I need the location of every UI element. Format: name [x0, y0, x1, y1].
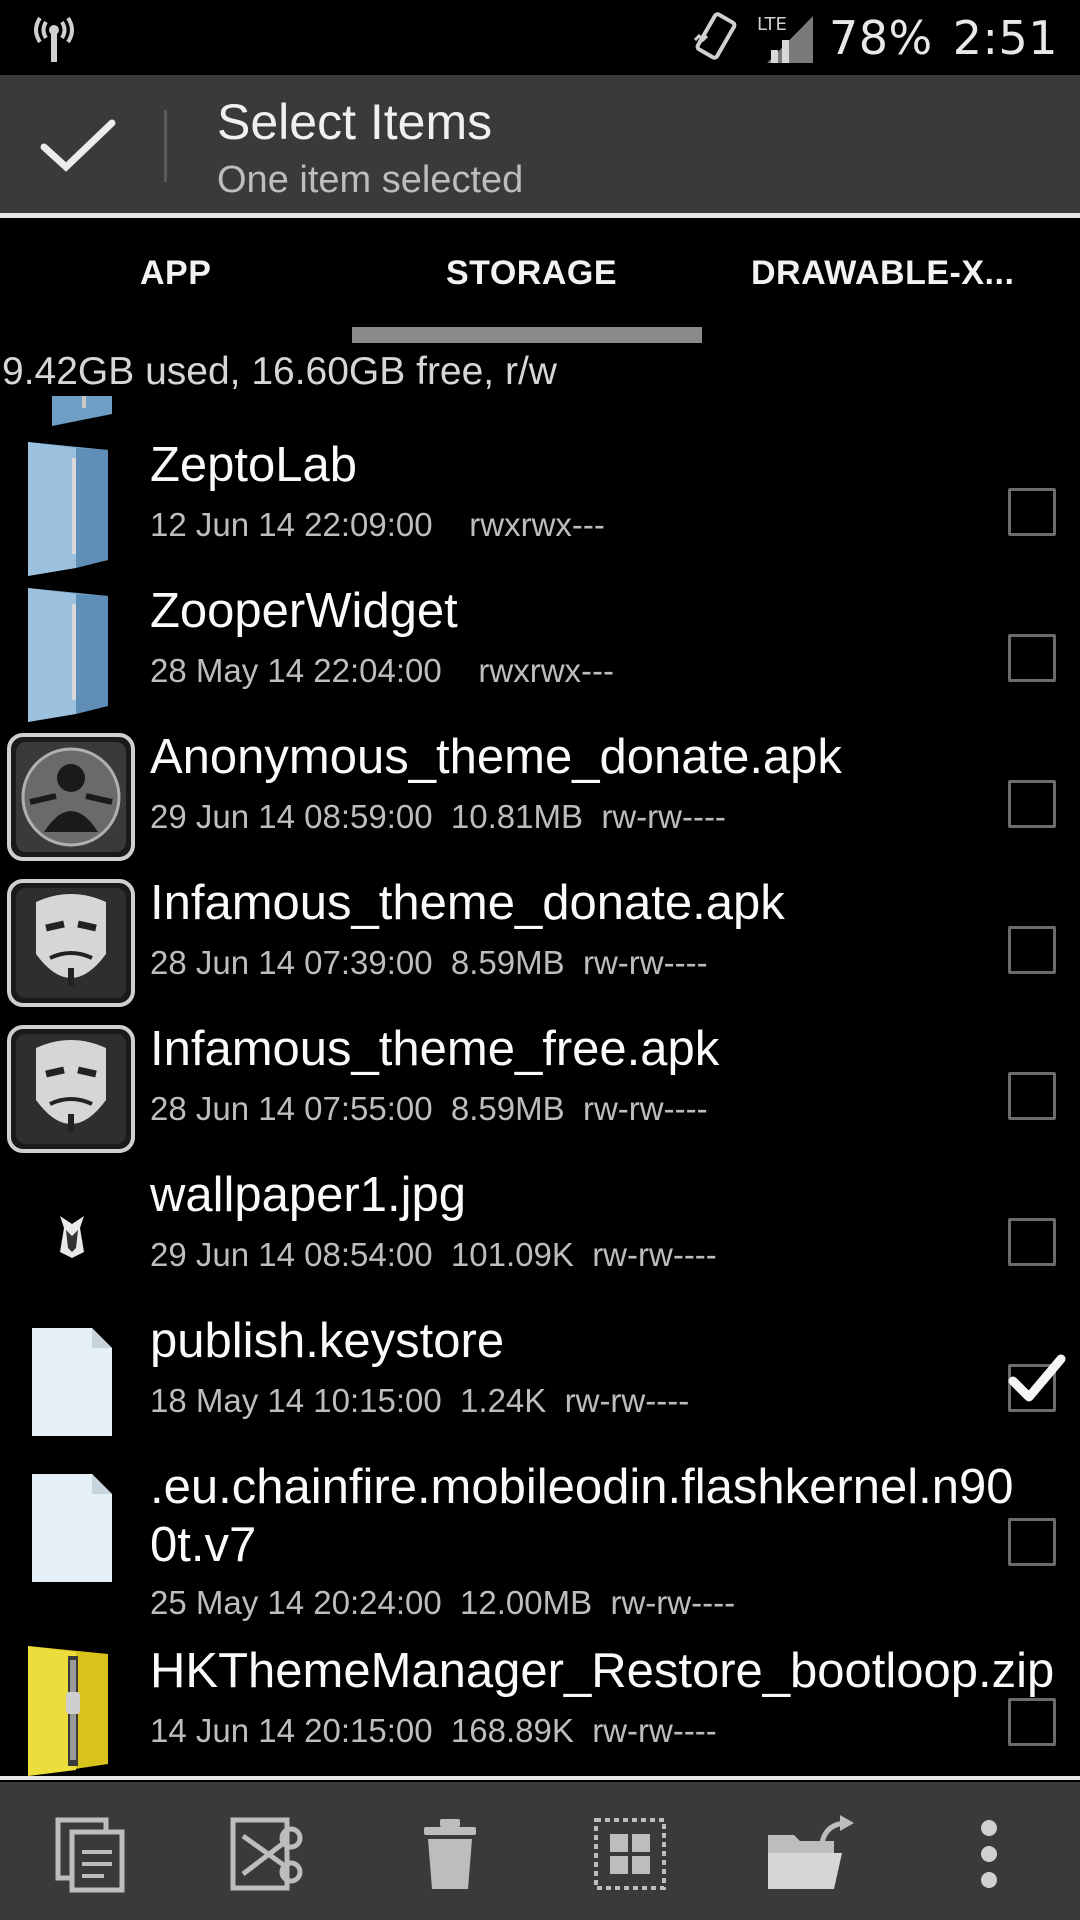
- file-name: HKThemeManager_Restore_bootloop.zip: [150, 1644, 1055, 1698]
- select-all-button[interactable]: [584, 1808, 676, 1900]
- tab-app[interactable]: APP: [140, 254, 211, 293]
- file-name-line2: 0t.v7: [150, 1518, 257, 1572]
- file-icon: [32, 1474, 112, 1582]
- list-item[interactable]: .eu.chainfire.mobileodin.flashkernel.n90…: [0, 1458, 1080, 1662]
- page-title: Select Items: [217, 94, 493, 150]
- selection-count: One item selected: [217, 159, 524, 201]
- file-name: wallpaper1.jpg: [150, 1168, 466, 1222]
- file-meta: 28 May 14 22:04:00 rwxrwx---: [150, 652, 614, 689]
- select-checkbox[interactable]: [1008, 1072, 1056, 1120]
- copy-button[interactable]: [44, 1808, 136, 1900]
- file-list[interactable]: ZeptoLab 12 Jun 14 22:09:00 rwxrwx--- Zo…: [0, 396, 1080, 1776]
- done-check-icon[interactable]: [38, 115, 118, 175]
- tab-drawable[interactable]: DRAWABLE-X...: [751, 254, 1014, 293]
- tab-bar: APP STORAGE DRAWABLE-X...: [0, 218, 1080, 344]
- file-meta: 14 Jun 14 20:15:00 168.89K rw-rw----: [150, 1712, 717, 1749]
- folder-icon: [28, 588, 108, 722]
- file-meta: 12 Jun 14 22:09:00 rwxrwx---: [150, 506, 605, 543]
- battery-percent: 78%: [828, 10, 933, 65]
- select-checkbox[interactable]: [1008, 488, 1056, 536]
- file-meta: 25 May 14 20:24:00 12.00MB rw-rw----: [150, 1584, 736, 1621]
- file-name: ZooperWidget: [150, 584, 458, 638]
- select-all-icon: [594, 1818, 666, 1890]
- select-checkbox[interactable]: [1008, 634, 1056, 682]
- move-button[interactable]: [762, 1808, 862, 1900]
- tab-storage[interactable]: STORAGE: [446, 254, 617, 293]
- list-item[interactable]: Infamous_theme_donate.apk 28 Jun 14 07:3…: [0, 874, 1080, 1020]
- overflow-menu-icon: [981, 1820, 997, 1888]
- divider: [0, 1776, 1080, 1780]
- mask-app-icon: [7, 879, 135, 1007]
- status-bar: LTE 78% 2:51: [0, 0, 1080, 75]
- select-checkbox[interactable]: [1008, 1518, 1056, 1566]
- list-item[interactable]: ZeptoLab 12 Jun 14 22:09:00 rwxrwx---: [0, 436, 1080, 582]
- folder-icon: [28, 442, 108, 576]
- select-checkbox[interactable]: [1008, 926, 1056, 974]
- overflow-menu-button[interactable]: [944, 1808, 1034, 1900]
- check-icon: [1008, 1354, 1066, 1402]
- file-meta: 28 Jun 14 07:55:00 8.59MB rw-rw----: [150, 1090, 708, 1127]
- delete-icon: [424, 1819, 476, 1889]
- wireless-signal-icon: [34, 16, 74, 62]
- zip-icon: [28, 1646, 108, 1776]
- clock: 2:51: [952, 10, 1058, 65]
- select-checkbox[interactable]: [1008, 1354, 1066, 1412]
- file-icon: [32, 1328, 112, 1436]
- cut-button[interactable]: [224, 1808, 316, 1900]
- list-item[interactable]: ZooperWidget 28 May 14 22:04:00 rwxrwx--…: [0, 582, 1080, 728]
- vibrate-icon: [693, 11, 737, 60]
- select-checkbox[interactable]: [1008, 1218, 1056, 1266]
- bottom-toolbar: [0, 1782, 1080, 1920]
- storage-info: 9.42GB used, 16.60GB free, r/w: [2, 350, 557, 393]
- list-item[interactable]: Infamous_theme_free.apk 28 Jun 14 07:55:…: [0, 1020, 1080, 1166]
- file-name: Infamous_theme_donate.apk: [150, 876, 785, 930]
- lte-signal-icon: LTE: [757, 8, 815, 68]
- file-meta: 29 Jun 14 08:54:00 101.09K rw-rw----: [150, 1236, 717, 1273]
- file-meta: 28 Jun 14 07:39:00 8.59MB rw-rw----: [150, 944, 708, 981]
- file-meta: 29 Jun 14 08:59:00 10.81MB rw-rw----: [150, 798, 726, 835]
- file-meta: 18 May 14 10:15:00 1.24K rw-rw----: [150, 1382, 690, 1419]
- file-name-line1: .eu.chainfire.mobileodin.flashkernel.n90: [150, 1460, 1014, 1514]
- image-thumbnail-icon: [60, 1216, 84, 1258]
- move-to-folder-icon: [768, 1815, 854, 1889]
- file-name: Infamous_theme_free.apk: [150, 1022, 720, 1076]
- list-item[interactable]: HKThemeManager_Restore_bootloop.zip 14 J…: [0, 1642, 1080, 1776]
- anonymous-app-icon: [7, 733, 135, 861]
- action-divider: [164, 110, 167, 182]
- list-item[interactable]: wallpaper1.jpg 29 Jun 14 08:54:00 101.09…: [0, 1166, 1080, 1312]
- action-bar: Select Items One item selected: [0, 75, 1080, 215]
- list-item[interactable]: Anonymous_theme_donate.apk 29 Jun 14 08:…: [0, 728, 1080, 874]
- select-checkbox[interactable]: [1008, 780, 1056, 828]
- list-item[interactable]: publish.keystore 18 May 14 10:15:00 1.24…: [0, 1312, 1080, 1458]
- folder-icon: [52, 396, 112, 426]
- file-name: Anonymous_theme_donate.apk: [150, 730, 842, 784]
- delete-button[interactable]: [404, 1808, 496, 1900]
- file-name: ZeptoLab: [150, 438, 358, 492]
- mask-app-icon: [7, 1025, 135, 1153]
- active-tab-indicator: [352, 327, 702, 343]
- file-name: publish.keystore: [150, 1314, 505, 1368]
- select-checkbox[interactable]: [1008, 1698, 1056, 1746]
- cut-icon: [230, 1817, 303, 1891]
- copy-icon: [55, 1817, 125, 1893]
